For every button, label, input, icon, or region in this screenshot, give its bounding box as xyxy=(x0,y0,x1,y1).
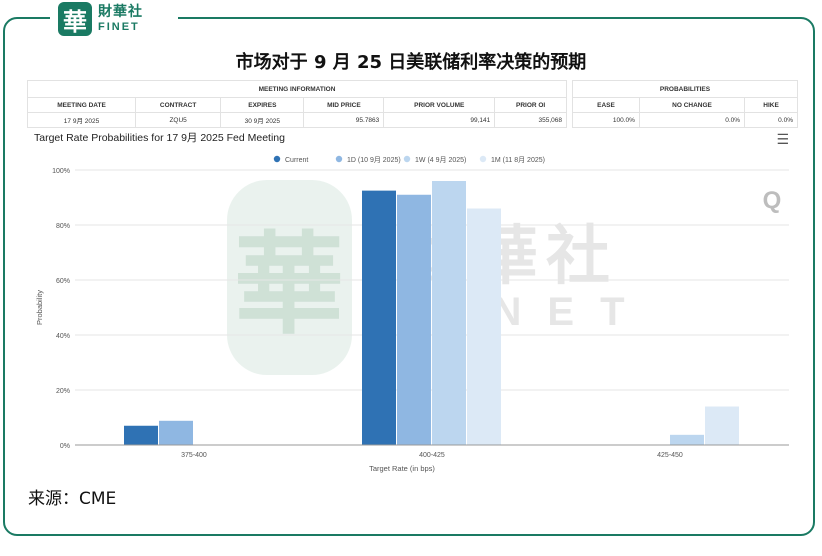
cell-prior-volume: 99,141 xyxy=(383,112,496,128)
bar xyxy=(432,181,466,445)
page-title: 市场对于 9 月 25 日美联储利率决策的预期 xyxy=(235,52,587,73)
y-tick-label: 100% xyxy=(52,168,70,175)
bar-chart: 華財華社FINETQ0%20%40%60%80%100%Probability3… xyxy=(27,128,797,478)
y-tick-label: 80% xyxy=(56,223,70,230)
table-row: 100.0% 0.0% 0.0% xyxy=(572,112,798,128)
cell-mid-price: 95.7863 xyxy=(303,112,385,128)
legend-label: Current xyxy=(285,157,308,164)
col-prior-volume: PRIOR VOLUME xyxy=(383,97,496,113)
hamburger-menu-icon[interactable]: ☰ xyxy=(776,132,789,148)
legend-label: 1M (11 8月 2025) xyxy=(491,156,545,164)
col-prior-oi: PRIOR OI xyxy=(494,97,567,113)
source-note: 来源：CME xyxy=(28,489,117,509)
bar xyxy=(124,425,158,445)
legend-marker xyxy=(479,155,487,163)
bar xyxy=(467,208,501,445)
cell-no-change: 0.0% xyxy=(638,112,746,128)
x-tick-label: 425-450 xyxy=(657,452,683,459)
brand-seal: 華 xyxy=(58,2,92,36)
bar xyxy=(705,406,739,445)
x-tick-label: 400-425 xyxy=(419,452,445,459)
y-axis-label: Probability xyxy=(35,290,44,325)
chart-title: Target Rate Probabilities for 17 9月 2025… xyxy=(34,132,285,144)
legend-marker xyxy=(403,155,411,163)
bar xyxy=(670,434,704,445)
watermark-corner-mark: Q xyxy=(763,187,782,214)
legend-label: 1W (4 9月 2025) xyxy=(415,156,466,164)
legend-marker xyxy=(335,155,343,163)
probabilities-header: PROBABILITIES xyxy=(572,80,798,98)
watermark-seal-char: 華 xyxy=(234,220,344,349)
table-row: 17 9月 2025 ZQU5 30 9月 2025 95.7863 99,14… xyxy=(26,112,567,128)
probabilities-table: PROBABILITIES EASE NO CHANGE HIKE 100.0%… xyxy=(572,80,798,128)
chart-panel: 華財華社 FINET Q 0% 20% 40% 60% 80% 100% Probability 3… xyxy=(27,128,797,478)
col-no-change: NO CHANGE xyxy=(638,97,746,113)
x-tick-label: 375-400 xyxy=(181,452,207,459)
col-expires: EXPIRES xyxy=(220,97,305,113)
legend-label: 1D (10 9月 2025) xyxy=(347,156,401,164)
cell-ease: 100.0% xyxy=(572,112,640,128)
bar xyxy=(397,194,431,445)
brand-name-cn: 財華社 xyxy=(98,4,143,20)
cell-prior-oi: 355,068 xyxy=(494,112,567,128)
y-tick-label: 40% xyxy=(56,333,70,340)
meeting-info-header: MEETING INFORMATION xyxy=(27,80,567,98)
y-tick-label: 20% xyxy=(56,388,70,395)
legend-marker xyxy=(273,155,281,163)
brand-name-en: FINET xyxy=(98,21,140,33)
x-axis-label: Target Rate (in bps) xyxy=(369,464,435,473)
bar xyxy=(362,190,396,445)
col-hike: HIKE xyxy=(744,97,798,113)
y-tick-label: 60% xyxy=(56,278,70,285)
cell-hike: 0.0% xyxy=(744,112,798,128)
col-ease: EASE xyxy=(572,97,640,113)
cell-expires: 30 9月 2025 xyxy=(220,112,305,128)
bar xyxy=(159,420,193,445)
col-meeting-date: MEETING DATE xyxy=(26,97,137,113)
meeting-info-table: MEETING INFORMATION MEETING DATE CONTRAC… xyxy=(26,80,567,128)
cell-meeting-date: 17 9月 2025 xyxy=(26,112,137,128)
col-mid-price: MID PRICE xyxy=(303,97,385,113)
brand-logo: 華 財華社 FINET xyxy=(50,0,178,38)
cell-contract: ZQU5 xyxy=(135,112,222,128)
y-tick-label: 0% xyxy=(60,443,70,450)
col-contract: CONTRACT xyxy=(135,97,222,113)
